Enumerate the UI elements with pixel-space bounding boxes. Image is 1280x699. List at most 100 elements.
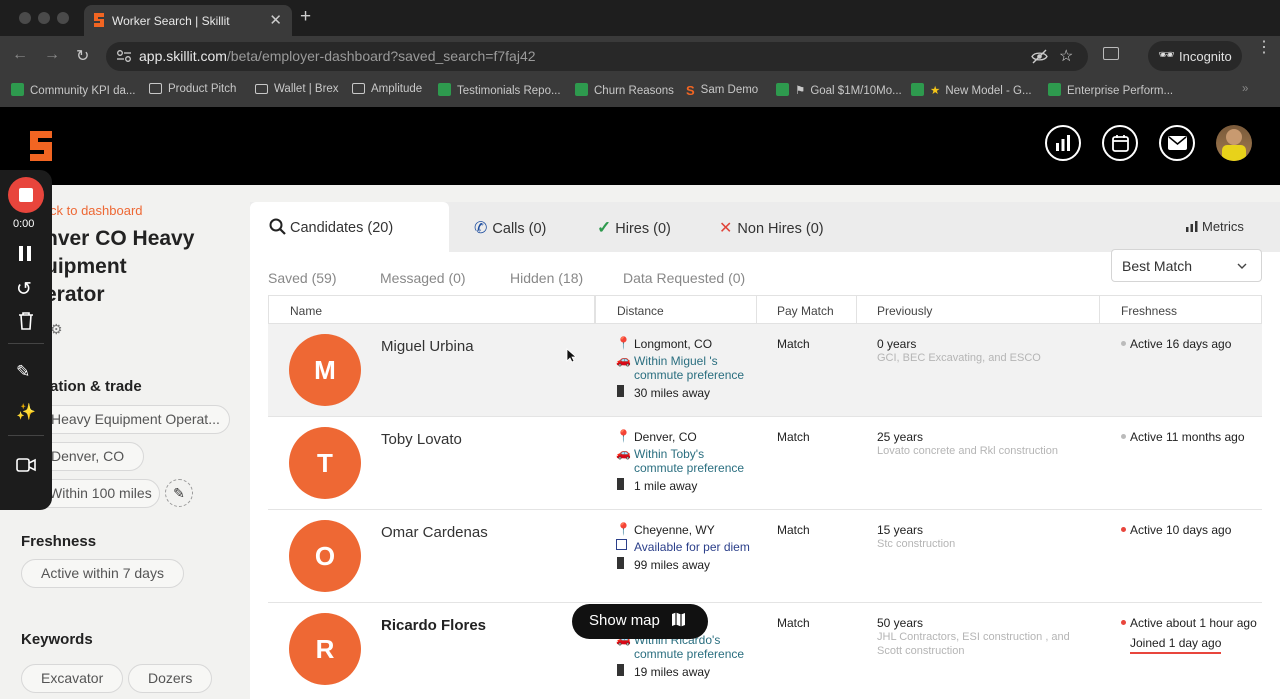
- table-row[interactable]: O Omar Cardenas 📍 Cheyenne, WY Available…: [268, 510, 1262, 603]
- experience-years: 15 years: [877, 523, 924, 537]
- candidate-location: Denver, CO: [634, 430, 697, 444]
- browser-tab[interactable]: Worker Search | Skillit ✕: [84, 5, 292, 36]
- subtab-messaged[interactable]: Messaged (0): [380, 270, 466, 286]
- map-icon: [616, 539, 627, 550]
- keyword-chip[interactable]: Excavator: [21, 664, 124, 693]
- pay-match: Match: [777, 337, 810, 351]
- subtab-saved[interactable]: Saved (59): [268, 270, 336, 286]
- sheets-icon: [776, 83, 789, 96]
- bookmark-label: Testimonials Repo...: [457, 85, 561, 97]
- sheets-icon: [911, 83, 924, 96]
- incognito-icon: 🕶: [1158, 47, 1175, 62]
- tab-label: Candidates (20): [290, 220, 394, 236]
- window-zoom-dot[interactable]: [57, 12, 69, 24]
- bookmark-item[interactable]: Churn Reasons: [575, 83, 674, 97]
- bookmark-label: Product Pitch: [168, 83, 237, 95]
- tab-candidates[interactable]: Candidates (20): [250, 202, 449, 252]
- search-title-line: erator: [45, 283, 105, 306]
- check-icon: ✓: [597, 218, 612, 237]
- tab-search-icon[interactable]: [1103, 47, 1119, 60]
- browser-menu-icon[interactable]: ⋮: [1256, 40, 1272, 56]
- bookmark-item[interactable]: Product Pitch: [149, 83, 236, 95]
- subtab-hidden[interactable]: Hidden (18): [510, 270, 583, 286]
- user-avatar[interactable]: [1216, 125, 1252, 161]
- camera-icon[interactable]: [16, 458, 36, 472]
- sheets-icon: [438, 83, 451, 96]
- avatar-vest: [1222, 145, 1246, 161]
- tab-non-hires[interactable]: ✕ Non Hires (0): [719, 202, 824, 252]
- draw-pencil-icon[interactable]: ✎: [16, 362, 30, 382]
- incognito-indicator[interactable]: 🕶 Incognito: [1148, 41, 1242, 71]
- bookmark-item[interactable]: Wallet | Brex: [255, 83, 339, 95]
- new-tab-icon[interactable]: +: [300, 6, 311, 28]
- bookmarks-overflow-icon[interactable]: »: [1242, 83, 1248, 95]
- confetti-icon[interactable]: ✨: [16, 402, 36, 422]
- keyword-chip[interactable]: Dozers: [128, 664, 213, 693]
- location-pin-icon: 📍: [616, 522, 631, 536]
- reload-icon[interactable]: ↻: [76, 46, 89, 66]
- freshness-filter-chip[interactable]: Active within 7 days: [21, 559, 184, 588]
- bookmark-item[interactable]: Testimonials Repo...: [438, 83, 561, 97]
- eye-off-icon[interactable]: [1031, 49, 1048, 64]
- back-arrow-icon[interactable]: ←: [12, 46, 28, 64]
- show-map-button[interactable]: Show map: [572, 604, 708, 639]
- candidate-name[interactable]: Ricardo Flores: [381, 617, 486, 634]
- status-dot: [1121, 620, 1126, 625]
- window-close-dot[interactable]: [19, 12, 31, 24]
- folder-icon: [149, 83, 162, 94]
- table-row[interactable]: M Miguel Urbina 📍 Longmont, CO 🚗 Within …: [268, 324, 1262, 417]
- bookmark-item[interactable]: S Sam Demo: [686, 83, 759, 98]
- freshness-heading: Freshness: [21, 533, 97, 550]
- bookmark-item[interactable]: Amplitude: [352, 83, 422, 95]
- forward-arrow-icon[interactable]: →: [44, 46, 60, 64]
- analytics-button[interactable]: [1045, 125, 1081, 161]
- results-tabs: Candidates (20) ✆ Calls (0) ✓ Hires (0) ✕ N…: [250, 202, 1280, 252]
- site-settings-icon[interactable]: [116, 49, 132, 63]
- freshness-status: Active 10 days ago: [1121, 523, 1231, 537]
- bookmark-star-icon[interactable]: ☆: [1059, 46, 1073, 66]
- messages-button[interactable]: [1159, 125, 1195, 161]
- back-to-dashboard-link[interactable]: ck to dashboard: [50, 203, 143, 218]
- status-dot: [1121, 341, 1126, 346]
- window-minimize-dot[interactable]: [38, 12, 50, 24]
- candidate-name[interactable]: Miguel Urbina: [381, 338, 474, 355]
- bookmark-label: Wallet | Brex: [274, 83, 339, 95]
- table-row[interactable]: R Ricardo Flores 🚗 Within Ricardo's comm…: [268, 603, 1262, 696]
- recording-timer: 0:00: [13, 218, 35, 230]
- trade-filter-chip[interactable]: Heavy Equipment Operat...: [30, 405, 230, 434]
- calendar-button[interactable]: [1102, 125, 1138, 161]
- skillit-logo[interactable]: [28, 131, 54, 161]
- sort-select[interactable]: Best Match: [1111, 249, 1262, 282]
- search-title-line: uipment: [45, 255, 127, 278]
- candidate-location: Longmont, CO: [634, 337, 713, 351]
- candidate-name[interactable]: Toby Lovato: [381, 431, 462, 448]
- bookmark-item[interactable]: ★ New Model - G...: [911, 83, 1032, 97]
- freshness-status: Active 16 days ago: [1121, 337, 1231, 351]
- trash-icon[interactable]: [18, 312, 34, 330]
- bookmark-item[interactable]: ⚑ Goal $1M/10Mo...: [776, 83, 902, 97]
- stop-recording-button[interactable]: [8, 177, 44, 213]
- bookmark-label: Sam Demo: [700, 84, 759, 96]
- tab-calls[interactable]: ✆ Calls (0): [474, 202, 546, 252]
- address-bar[interactable]: app.skillit.com/beta/employer-dashboard?…: [106, 42, 1088, 71]
- pause-icon[interactable]: [19, 246, 32, 261]
- table-row[interactable]: T Toby Lovato 📍 Denver, CO 🚗 Within Toby…: [268, 417, 1262, 510]
- commute-text: commute preference: [634, 647, 745, 661]
- envelope-icon: [1168, 136, 1187, 150]
- freshness-text: Active about 1 hour ago: [1130, 616, 1257, 630]
- folder-icon: [352, 83, 365, 94]
- candidate-avatar: M: [289, 334, 361, 406]
- subtab-data-requested[interactable]: Data Requested (0): [623, 270, 745, 286]
- tab-hires[interactable]: ✓ Hires (0): [597, 202, 671, 252]
- stop-icon: [19, 188, 33, 202]
- tab-close-icon[interactable]: ✕: [269, 11, 282, 29]
- candidate-avatar: O: [289, 520, 361, 592]
- sort-selected-value: Best Match: [1122, 258, 1193, 274]
- metrics-button[interactable]: Metrics: [1186, 202, 1244, 252]
- edit-pencil-icon[interactable]: ✎: [165, 479, 193, 507]
- restart-icon[interactable]: ↺: [16, 278, 32, 301]
- bookmark-item[interactable]: Community KPI da...: [11, 83, 135, 97]
- bookmark-item[interactable]: Enterprise Perform...: [1048, 83, 1173, 97]
- candidate-name[interactable]: Omar Cardenas: [381, 524, 488, 541]
- location-trade-heading: ation & trade: [50, 378, 142, 395]
